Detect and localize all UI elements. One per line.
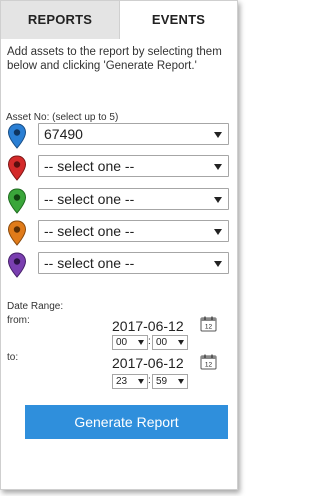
chevron-down-icon <box>178 340 184 345</box>
to-label: to: <box>7 352 19 363</box>
asset-select-3[interactable]: -- select one -- <box>38 188 229 210</box>
chevron-down-icon <box>214 229 222 235</box>
from-hour-value: 00 <box>116 337 128 348</box>
from-minute-select[interactable]: 00 <box>152 335 188 350</box>
asset-select-3-value: -- select one -- <box>44 191 135 207</box>
calendar-icon[interactable]: 12 <box>200 316 217 332</box>
to-hour-select[interactable]: 23 <box>112 374 148 389</box>
from-date-field[interactable]: 2017-06-12 <box>112 318 184 334</box>
asset-row-1: 67490 <box>7 123 229 149</box>
asset-select-1[interactable]: 67490 <box>38 123 229 145</box>
chevron-down-icon <box>214 132 222 138</box>
asset-select-4-value: -- select one -- <box>44 223 135 239</box>
asset-row-2: -- select one -- <box>7 155 229 181</box>
asset-select-5-value: -- select one -- <box>44 255 135 271</box>
time-separator: : <box>148 336 151 347</box>
from-hour-select[interactable]: 00 <box>112 335 148 350</box>
report-panel: REPORTS EVENTS Add assets to the report … <box>0 0 238 490</box>
chevron-down-icon <box>214 197 222 203</box>
asset-number-label: Asset No: (select up to 5) <box>6 112 119 123</box>
chevron-down-icon <box>138 379 144 384</box>
date-range-label: Date Range: <box>7 301 64 312</box>
asset-select-4[interactable]: -- select one -- <box>38 220 229 242</box>
from-minute-value: 00 <box>156 337 168 348</box>
chevron-down-icon <box>138 340 144 345</box>
chevron-down-icon <box>178 379 184 384</box>
time-separator: : <box>148 375 151 386</box>
to-minute-value: 59 <box>156 376 168 387</box>
svg-text:12: 12 <box>205 362 213 369</box>
to-hour-value: 23 <box>116 376 128 387</box>
calendar-icon[interactable]: 12 <box>200 354 217 370</box>
purple-map-pin-icon <box>7 252 27 278</box>
asset-row-5: -- select one -- <box>7 252 229 278</box>
asset-row-4: -- select one -- <box>7 220 229 246</box>
blue-map-pin-icon <box>7 123 27 149</box>
chevron-down-icon <box>214 261 222 267</box>
orange-map-pin-icon <box>7 220 27 246</box>
generate-report-button[interactable]: Generate Report <box>25 405 228 439</box>
to-minute-select[interactable]: 59 <box>152 374 188 389</box>
from-label: from: <box>7 315 30 326</box>
tab-bar: REPORTS EVENTS <box>1 1 237 39</box>
chevron-down-icon <box>214 164 222 170</box>
asset-select-2[interactable]: -- select one -- <box>38 155 229 177</box>
asset-select-2-value: -- select one -- <box>44 158 135 174</box>
asset-row-3: -- select one -- <box>7 188 229 214</box>
instructions-text: Add assets to the report by selecting th… <box>7 46 222 72</box>
green-map-pin-icon <box>7 188 27 214</box>
red-map-pin-icon <box>7 155 27 181</box>
asset-select-5[interactable]: -- select one -- <box>38 252 229 274</box>
to-date-field[interactable]: 2017-06-12 <box>112 355 184 371</box>
tab-events[interactable]: EVENTS <box>120 1 237 39</box>
asset-select-1-value: 67490 <box>44 126 83 142</box>
tab-reports[interactable]: REPORTS <box>1 1 120 39</box>
svg-text:12: 12 <box>205 324 213 331</box>
